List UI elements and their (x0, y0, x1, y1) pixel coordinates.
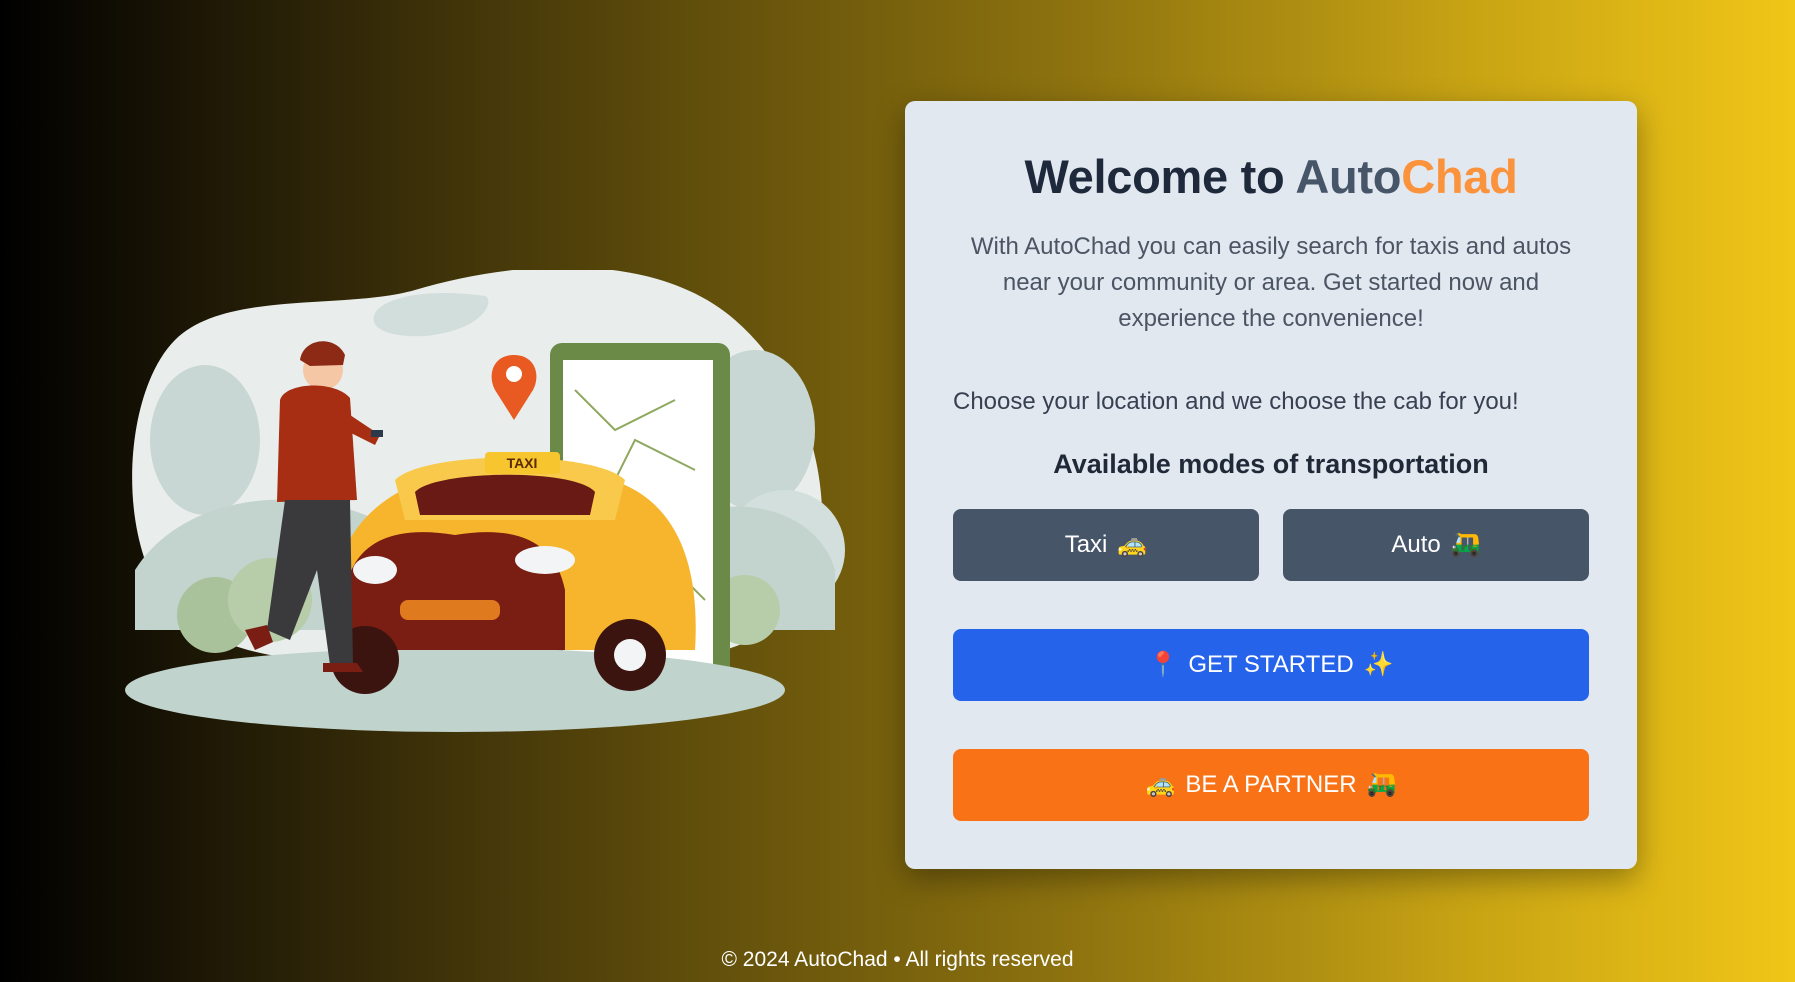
be-a-partner-label: BE A PARTNER (1185, 771, 1357, 798)
modes-heading: Available modes of transportation (1053, 449, 1489, 479)
taxi-icon: 🚕 (1117, 531, 1148, 558)
choose-location-text: Choose your location and we choose the c… (953, 388, 1519, 415)
auto-mode-button[interactable]: Auto 🛺 (1283, 509, 1589, 581)
pin-icon: 📍 (1148, 651, 1179, 678)
taxi-sign-text: TAXI (507, 455, 538, 471)
auto-rickshaw-icon: 🛺 (1366, 771, 1397, 798)
hero-illustration-svg: TAXI (125, 267, 845, 732)
taxi-mode-button[interactable]: Taxi 🚕 (953, 509, 1259, 581)
taxi-icon: 🚕 (1145, 771, 1176, 798)
be-a-partner-button[interactable]: 🚕 BE A PARTNER 🛺 (953, 749, 1589, 821)
footer-copyright: © 2024 AutoChad • All rights reserved (721, 948, 1074, 971)
get-started-label: GET STARTED (1188, 651, 1354, 678)
intro-text: With AutoChad you can easily search for … (970, 233, 1572, 332)
auto-rickshaw-icon: 🛺 (1450, 531, 1481, 558)
sparkles-icon: ✨ (1363, 651, 1394, 678)
title-prefix: Welcome to (1024, 150, 1296, 203)
brand-auto: Auto (1295, 150, 1402, 203)
taxi-illustration: TAXI (95, 267, 845, 760)
brand-chad: Chad (1401, 150, 1518, 203)
welcome-card: Welcome to AutoChad With AutoChad you ca… (905, 101, 1637, 869)
auto-mode-label: Auto (1391, 531, 1441, 558)
taxi-mode-label: Taxi (1064, 531, 1108, 558)
get-started-button[interactable]: 📍 GET STARTED ✨ (953, 629, 1589, 701)
page-title: Welcome to AutoChad (905, 149, 1637, 204)
